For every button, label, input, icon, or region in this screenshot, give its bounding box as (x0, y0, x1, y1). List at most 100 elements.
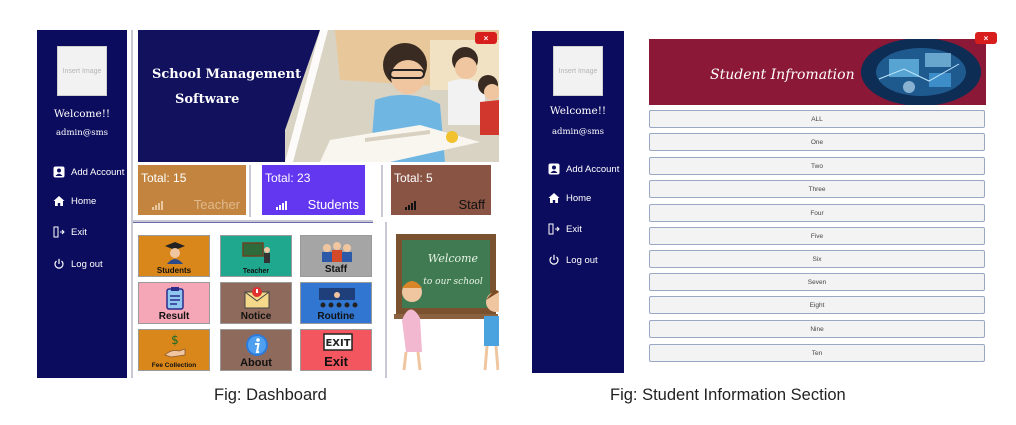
stat-card-teacher: Total: 15 Teacher (138, 165, 246, 215)
student-info-title: Student Infromation (710, 67, 855, 83)
stat-divider (249, 165, 251, 217)
tile-routine[interactable]: Routine (300, 282, 372, 324)
dashboard-window: Insert Image Welcome!! admin@sms Add Acc… (37, 30, 499, 378)
profile-image-placeholder[interactable]: Insert Image (553, 46, 603, 96)
tile-staff-label: Staff (324, 264, 348, 275)
staff-label: Staff (458, 197, 485, 212)
nav-add-account-label: Add Account (71, 166, 125, 178)
class-button-one[interactable]: One (649, 133, 985, 151)
stat-card-staff: Total: 5 Staff (391, 165, 491, 215)
caption-dashboard: Fig: Dashboard (214, 386, 327, 404)
tile-about-label: About (240, 357, 272, 369)
class-button-eight[interactable]: Eight (649, 296, 985, 314)
nav-exit-label: Exit (566, 223, 582, 235)
account-icon (53, 166, 65, 178)
stat-card-students: Total: 23 Students (262, 165, 365, 215)
class-button-seven[interactable]: Seven (649, 273, 985, 291)
home-icon (53, 196, 65, 206)
account-icon (548, 163, 560, 175)
info-icon (246, 334, 268, 356)
nav-add-account-label: Add Account (566, 163, 620, 175)
class-button-six[interactable]: Six (649, 250, 985, 268)
students-label: Students (307, 197, 359, 212)
staff-total: Total: 5 (394, 171, 433, 185)
routine-classroom-icon (319, 288, 358, 308)
welcome-text: Welcome!! (549, 105, 607, 117)
nav-add-account[interactable]: Add Account (548, 163, 619, 175)
tile-fee-collection-label: Fee Collection (151, 362, 197, 369)
power-icon (549, 254, 559, 265)
class-button-nine[interactable]: Nine (649, 320, 985, 338)
admin-email: admin@sms (551, 127, 605, 137)
nav-home[interactable]: Home (548, 192, 591, 204)
stats-divider-accent (133, 222, 373, 223)
teacher-label: Teacher (193, 197, 240, 212)
tile-notice[interactable]: Notice (220, 282, 292, 324)
staff-group-icon (322, 242, 352, 262)
class-button-ten[interactable]: Ten (649, 344, 985, 362)
class-button-two[interactable]: Two (649, 157, 985, 175)
board-text-line1: Welcome (427, 252, 479, 265)
welcome-text: Welcome!! (53, 108, 111, 120)
tile-routine-label: Routine (317, 311, 355, 322)
nav-exit-label: Exit (71, 226, 87, 238)
result-clipboard-icon (166, 287, 184, 310)
classroom-photo (285, 30, 499, 162)
tile-about[interactable]: About (220, 329, 292, 371)
nav-exit[interactable]: Exit (548, 223, 582, 235)
power-icon (54, 258, 64, 269)
nav-exit[interactable]: Exit (53, 226, 87, 238)
tile-notice-label: Notice (240, 311, 272, 322)
graduate-icon (165, 242, 185, 264)
nav-logout-label: Log out (71, 258, 103, 270)
tile-students[interactable]: Students (138, 235, 210, 277)
banner-title-line2: Software (175, 92, 240, 107)
board-text-line2: to our school (423, 277, 483, 287)
tile-exit[interactable]: EXIT Exit (300, 329, 372, 371)
nav-logout-label: Log out (566, 254, 598, 266)
bar-chart-icon (152, 201, 163, 210)
class-button-three[interactable]: Three (649, 180, 985, 198)
nav-add-account[interactable]: Add Account (53, 166, 124, 178)
close-button[interactable]: × (975, 32, 997, 44)
home-icon (548, 193, 560, 203)
tile-result-label: Result (158, 311, 190, 322)
banner-title-line1: School Management (152, 67, 302, 82)
caption-student-info: Fig: Student Information Section (610, 386, 846, 404)
nav-logout[interactable]: Log out (548, 254, 598, 266)
tile-fee-collection[interactable]: $ Fee Collection (138, 329, 210, 371)
nav-home-label: Home (566, 192, 592, 204)
teacher-board-icon (242, 242, 270, 263)
nav-home[interactable]: Home (53, 195, 96, 207)
student-info-banner: Student Infromation (649, 39, 986, 105)
tiles-divider (385, 222, 387, 378)
close-button[interactable]: × (475, 32, 497, 44)
class-button-five[interactable]: Five (649, 227, 985, 245)
sidebar: Insert Image Welcome!! admin@sms Add Acc… (37, 30, 127, 378)
sidebar: Insert Image Welcome!! admin@sms Add Acc… (532, 31, 624, 373)
tile-staff[interactable]: Staff (300, 235, 372, 277)
tile-result[interactable]: Result (138, 282, 210, 324)
svg-text:$: $ (171, 333, 179, 347)
notice-envelope-icon (244, 287, 270, 309)
nav-logout[interactable]: Log out (53, 258, 103, 270)
tech-network-image (861, 39, 981, 105)
profile-image-placeholder[interactable]: Insert Image (57, 46, 107, 96)
money-hand-icon: $ (164, 333, 186, 358)
sidebar-divider (131, 30, 133, 378)
students-total: Total: 23 (265, 171, 311, 185)
bar-chart-icon (405, 201, 416, 210)
teacher-total: Total: 15 (141, 171, 187, 185)
student-info-window: Insert Image Welcome!! admin@sms Add Acc… (532, 31, 998, 373)
admin-email: admin@sms (55, 128, 109, 138)
exit-sign-icon: EXIT (323, 333, 353, 351)
svg-text:EXIT: EXIT (325, 338, 350, 349)
class-button-four[interactable]: Four (649, 204, 985, 222)
class-button-all[interactable]: ALL (649, 110, 985, 128)
nav-home-label: Home (71, 195, 97, 207)
tile-exit-label: Exit (324, 354, 348, 369)
exit-door-icon (53, 226, 65, 238)
exit-door-icon (548, 223, 560, 235)
tile-teacher[interactable]: Teacher (220, 235, 292, 277)
tile-students-label: Students (156, 266, 192, 275)
